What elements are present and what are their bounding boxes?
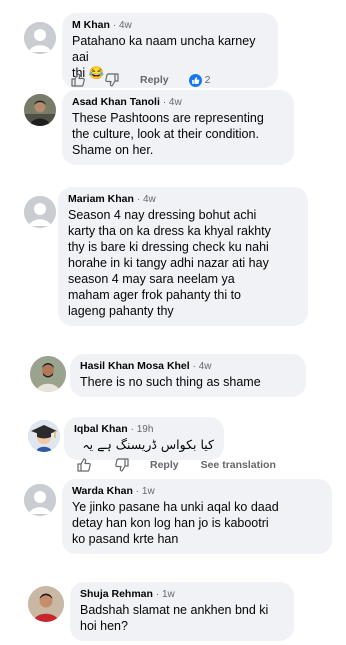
comment-text-line: Badshah slamat ne ankhen bnd ki: [80, 603, 269, 617]
comment-bubble: Mariam Khan · 4w Season 4 nay dressing b…: [58, 187, 308, 326]
comment-time[interactable]: · 4w: [163, 97, 182, 108]
comment-bubble: Warda Khan · 1w Ye jinko pasane ha unki …: [62, 479, 332, 554]
comment-text-line: hoi hen?: [80, 619, 128, 633]
reply-button[interactable]: Reply: [150, 459, 179, 471]
comment-time[interactable]: · 1w: [136, 486, 155, 497]
comment-text-line: ko pasand krte han: [72, 532, 179, 546]
comment-time[interactable]: · 4w: [137, 194, 156, 205]
comment-actions: Reply See translation: [76, 457, 276, 473]
reaction-summary[interactable]: 2: [188, 73, 211, 87]
comment-text-line: the culture, look at their condition.: [72, 127, 259, 141]
comment-time[interactable]: · 19h: [131, 424, 154, 435]
comment-text-line: season 4 may sara neelam ya: [68, 272, 235, 286]
profile-photo-avatar[interactable]: [28, 586, 64, 622]
thumbs-up-icon[interactable]: [76, 457, 92, 473]
commenter-name[interactable]: M Khan: [72, 19, 110, 31]
see-translation-link[interactable]: See translation: [201, 459, 276, 471]
reply-button[interactable]: Reply: [140, 74, 169, 86]
comment-text-line: horahe in ki tangy adhi nazar ati hay: [68, 256, 269, 270]
comment-text-line: Shame on her.: [72, 143, 154, 157]
comment-text-line: There is no such thing as shame: [80, 375, 261, 389]
like-reaction-icon: [188, 73, 202, 87]
comment-text-line: maham ager frok pahanty thi to: [68, 288, 242, 302]
comment-time[interactable]: · 4w: [113, 20, 132, 31]
comment-bubble: Iqbal Khan · 19h کیا بکواس ڈریسنگ ہے یہ: [64, 417, 224, 460]
default-profile-icon[interactable]: [24, 22, 56, 54]
graduate-profile-avatar[interactable]: [28, 420, 60, 452]
commenter-name[interactable]: Warda Khan: [72, 485, 133, 497]
thumbs-down-icon[interactable]: [104, 72, 120, 88]
commenter-name[interactable]: Hasil Khan Mosa Khel: [80, 360, 190, 372]
default-profile-icon[interactable]: [24, 484, 56, 516]
comment-text-line: lageng pahanty thy: [68, 304, 174, 318]
comment-bubble: Shuja Rehman · 1w Badshah slamat ne ankh…: [70, 582, 294, 641]
comment-text-line: Season 4 nay dressing bohut achi: [68, 208, 257, 222]
comment-text-line: detay han kon log han jo is kabootri: [72, 516, 269, 530]
comment-bubble: Hasil Khan Mosa Khel · 4w There is no su…: [70, 354, 306, 397]
comment-text-line: thy is bare ki dressing check ku nahi: [68, 240, 269, 254]
default-profile-icon[interactable]: [24, 196, 56, 228]
comment-text-line: Ye jinko pasane ha unki aqal ko daad: [72, 500, 279, 514]
comment-text-line: کیا بکواس ڈریسنگ ہے یہ: [82, 437, 214, 452]
commenter-name[interactable]: Iqbal Khan: [74, 423, 128, 435]
profile-photo-avatar[interactable]: [24, 94, 56, 126]
commenter-name[interactable]: Shuja Rehman: [80, 588, 153, 600]
comment-time[interactable]: · 4w: [193, 361, 212, 372]
comment-actions: Reply 2: [70, 72, 210, 88]
comment-text-line: These Pashtoons are representing: [72, 111, 264, 125]
commenter-name[interactable]: Mariam Khan: [68, 193, 134, 205]
commenter-name[interactable]: Asad Khan Tanoli: [72, 96, 160, 108]
comment-time[interactable]: · 1w: [156, 589, 175, 600]
comment-text-line: Patahano ka naam uncha karney aai: [72, 34, 256, 64]
comment-bubble: Asad Khan Tanoli · 4w These Pashtoons ar…: [62, 90, 294, 165]
thumbs-up-icon[interactable]: [70, 72, 86, 88]
profile-photo-avatar[interactable]: [30, 356, 66, 392]
reaction-count: 2: [204, 74, 211, 86]
comment-text-line: karty tha on ka dress ka khyal rakhty: [68, 224, 271, 238]
thumbs-down-icon[interactable]: [114, 457, 130, 473]
